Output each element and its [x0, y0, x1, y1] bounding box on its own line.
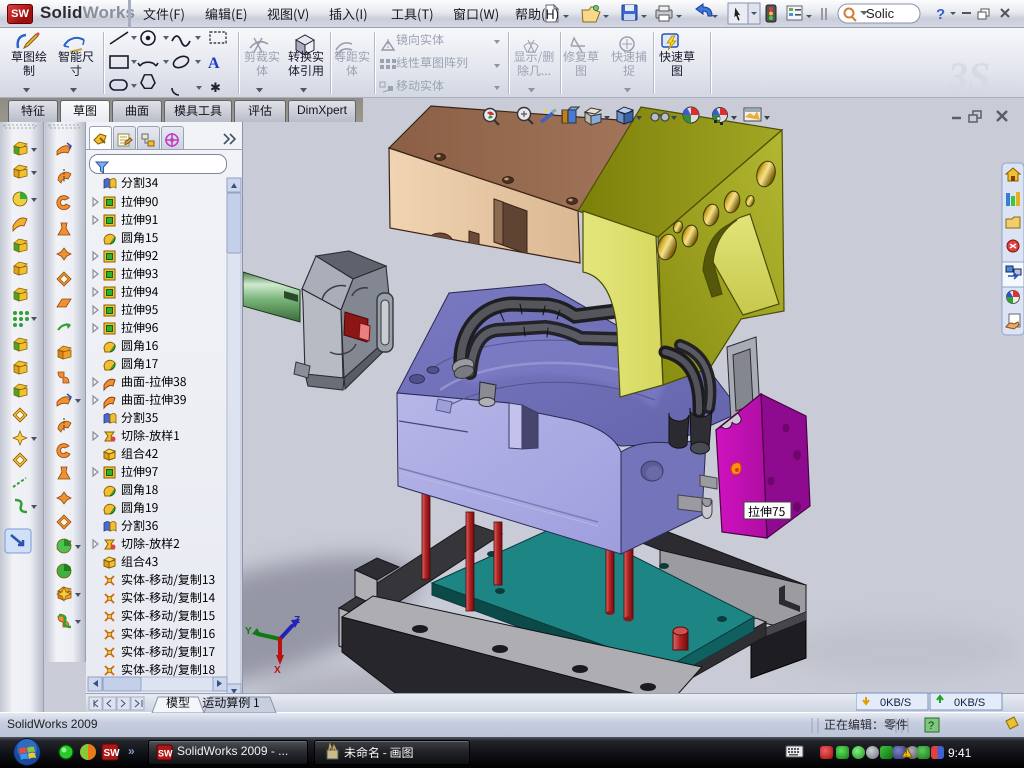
svg-text:Z: Z — [294, 615, 300, 626]
svg-text:✱: ✱ — [210, 80, 221, 95]
svg-text:?: ? — [928, 720, 934, 732]
svg-text:A: A — [208, 55, 220, 72]
svg-text:0KB/S: 0KB/S — [954, 697, 985, 709]
svg-text:X: X — [274, 665, 281, 676]
svg-text:!: ! — [905, 749, 907, 758]
svg-text:SW: SW — [158, 749, 173, 759]
svg-text:3S: 3S — [947, 54, 990, 98]
svg-text:0KB/S: 0KB/S — [880, 697, 911, 709]
svg-text:?: ? — [936, 6, 945, 23]
svg-text:Y: Y — [245, 626, 252, 637]
